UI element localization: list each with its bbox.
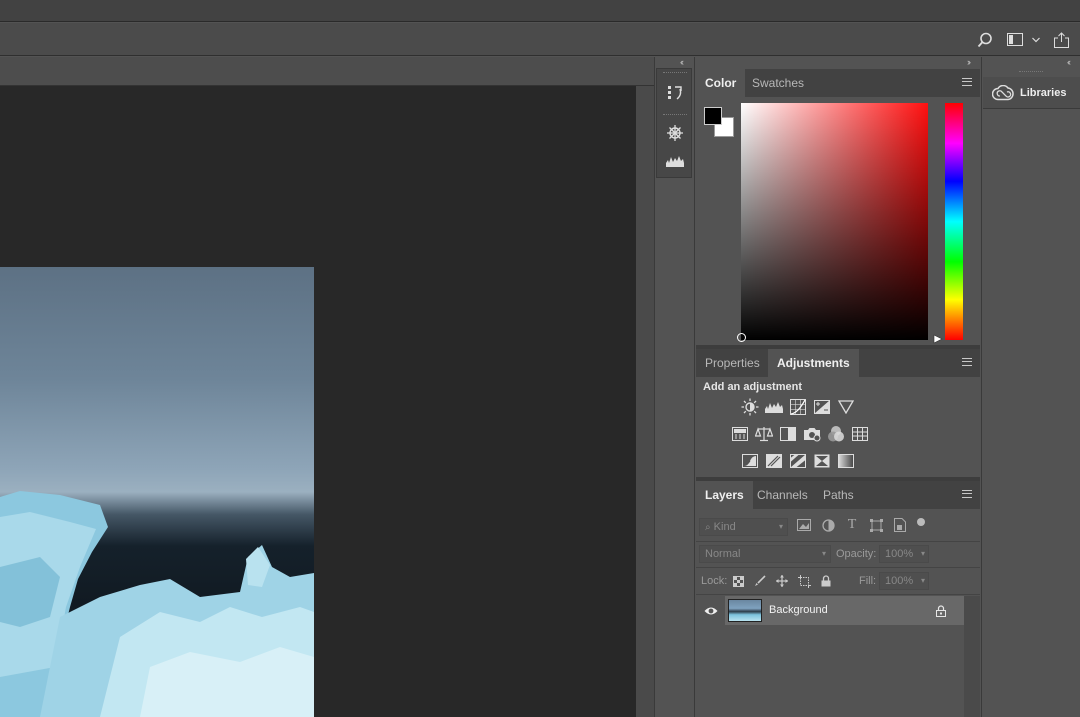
search-icon[interactable] [974, 23, 996, 56]
drag-handle[interactable] [1019, 71, 1043, 74]
lock-artboard-icon[interactable] [797, 574, 811, 588]
panel-menu-icon[interactable] [962, 78, 972, 86]
workspace-icon[interactable] [1005, 23, 1025, 56]
black-white-icon[interactable] [779, 425, 797, 443]
lock-label: Lock: [701, 575, 728, 587]
layer-filter-label: Kind [713, 521, 736, 533]
lock-transparent-icon[interactable] [731, 574, 745, 588]
layer-filter-select[interactable]: ⌕ Kind ▾ [699, 518, 788, 536]
exposure-icon[interactable] [813, 398, 831, 416]
collapse-left-icon[interactable]: ‹‹ [1067, 57, 1071, 67]
type-filter-icon[interactable]: T [844, 517, 860, 533]
threshold-icon[interactable] [789, 452, 807, 470]
color-field[interactable] [741, 103, 928, 340]
levels-icon[interactable] [765, 398, 783, 416]
chevron-down-icon: ▾ [778, 522, 783, 531]
fill-input[interactable]: 100% ▾ [879, 572, 929, 590]
layers-divider [696, 541, 980, 542]
panel-menu-icon[interactable] [962, 358, 972, 366]
hue-slider-handle[interactable] [933, 334, 943, 344]
panel-menu-icon[interactable] [962, 490, 972, 498]
chevron-down-icon: ▾ [920, 576, 925, 585]
tab-swatches[interactable]: Swatches [743, 69, 813, 97]
fill-value: 100% [885, 575, 914, 587]
libraries-button[interactable]: Libraries [983, 77, 1080, 109]
libraries-label: Libraries [1020, 86, 1067, 99]
libraries-dock: ‹‹ Libraries [981, 57, 1080, 717]
vibrance-icon[interactable] [837, 398, 855, 416]
curves-icon[interactable] [789, 398, 807, 416]
drag-handle[interactable] [663, 72, 687, 75]
blend-mode-value: Normal [705, 548, 741, 560]
color-balance-icon[interactable] [755, 425, 773, 443]
adjustments-panel-tabs: Properties Adjustments [696, 349, 980, 377]
eye-icon [704, 606, 718, 616]
fill-label: Fill: [859, 575, 877, 587]
pixel-filter-icon[interactable] [796, 517, 812, 533]
expand-right-icon[interactable]: ›› [967, 57, 971, 67]
hue-saturation-icon[interactable] [731, 425, 749, 443]
layers-divider [696, 594, 980, 595]
lock-all-icon[interactable] [819, 574, 833, 588]
hue-slider[interactable] [945, 103, 963, 340]
chevron-down-icon[interactable] [1029, 23, 1043, 56]
layer-name: Background [769, 604, 828, 616]
tab-properties[interactable]: Properties [696, 349, 769, 377]
adjustments-heading: Add an adjustment [703, 381, 803, 393]
filter-toggle-icon[interactable] [916, 517, 926, 533]
drag-handle[interactable] [663, 114, 687, 117]
lock-icons [731, 574, 833, 588]
opacity-input[interactable]: 100% ▾ [879, 545, 929, 563]
panel-icon-column [656, 68, 692, 178]
blend-mode-select[interactable]: Normal ▾ [699, 545, 831, 563]
adjustment-filter-icon[interactable] [820, 517, 836, 533]
channel-mixer-icon[interactable] [827, 425, 845, 443]
canvas-scrollbar[interactable] [636, 86, 654, 717]
smart-object-filter-icon[interactable] [892, 517, 908, 533]
title-bar [0, 0, 1080, 22]
creative-cloud-icon [992, 84, 1014, 101]
shape-filter-icon[interactable] [868, 517, 884, 533]
lock-pixels-icon[interactable] [753, 574, 767, 588]
selective-color-icon[interactable] [813, 452, 831, 470]
document-image [0, 267, 314, 717]
chevron-down-icon: ▾ [920, 549, 925, 558]
posterize-icon[interactable] [765, 452, 783, 470]
chevron-down-icon: ▾ [821, 549, 826, 558]
collapse-left-icon[interactable]: ‹‹ [680, 57, 684, 67]
options-bar [0, 23, 1080, 56]
histogram-icon[interactable] [665, 151, 685, 171]
brightness-contrast-icon[interactable] [741, 398, 759, 416]
lock-position-icon[interactable] [775, 574, 789, 588]
layer-visibility-toggle[interactable] [697, 596, 725, 625]
foreground-color-swatch[interactable] [704, 107, 722, 125]
tab-paths[interactable]: Paths [814, 481, 863, 509]
history-icon[interactable] [665, 83, 685, 103]
photo-filter-icon[interactable] [803, 425, 821, 443]
tab-layers[interactable]: Layers [696, 481, 753, 509]
color-panel-tabs: Color Swatches [696, 69, 980, 97]
layers-scrollbar[interactable] [964, 596, 980, 717]
gradient-map-icon[interactable] [837, 452, 855, 470]
share-icon[interactable] [1051, 23, 1071, 56]
opacity-label: Opacity: [836, 548, 877, 560]
layer-lock-icon [936, 604, 946, 622]
canvas-area[interactable] [0, 86, 636, 717]
invert-icon[interactable] [741, 452, 759, 470]
navigator-icon[interactable] [665, 123, 685, 143]
layer-filter-icons: T [796, 517, 926, 533]
tab-adjustments[interactable]: Adjustments [768, 349, 859, 377]
layer-row[interactable]: Background [697, 596, 964, 625]
tab-channels[interactable]: Channels [748, 481, 817, 509]
color-lookup-icon[interactable] [851, 425, 869, 443]
color-picker-cursor[interactable] [737, 333, 746, 342]
search-icon: ⌕ [705, 522, 711, 533]
opacity-value: 100% [885, 548, 914, 560]
layer-thumbnail [728, 599, 762, 622]
tab-color[interactable]: Color [696, 69, 746, 97]
document-tab-bar [0, 57, 654, 86]
layers-divider [696, 567, 980, 568]
layers-panel-tabs: Layers Channels Paths [696, 481, 980, 509]
